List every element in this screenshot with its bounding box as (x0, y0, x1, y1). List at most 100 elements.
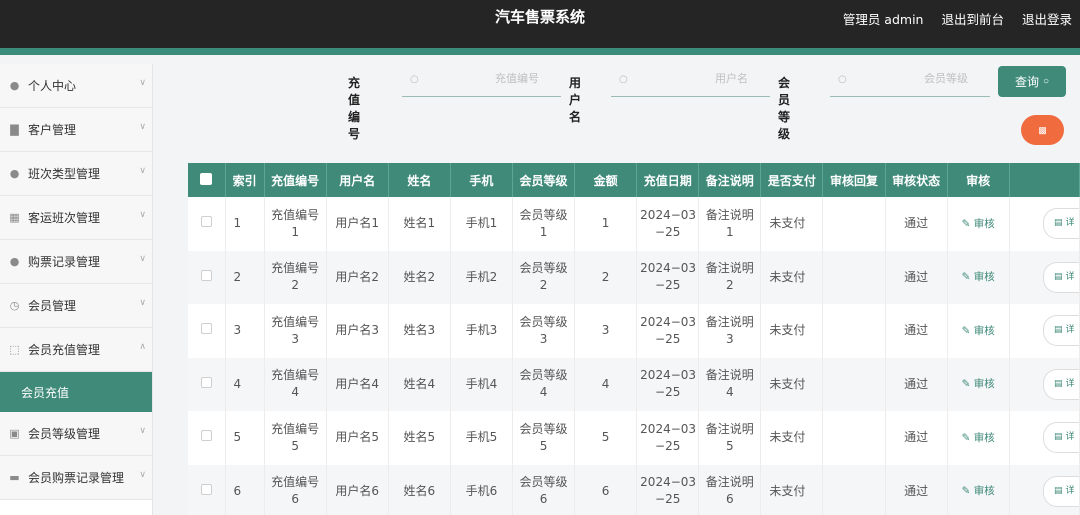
column-header: 会员等级 (512, 163, 576, 197)
sidebar-item[interactable]: ▦ 客运班次管理 ∨ (0, 196, 152, 240)
detail-button[interactable]: ▤ 详 (1043, 368, 1079, 400)
username-input[interactable] (658, 72, 748, 85)
detail-button[interactable]: ▤ 详 (1043, 422, 1079, 454)
cell-member-level-line2: 1 (539, 224, 548, 239)
cell-amount: 5 (574, 411, 638, 465)
cell-remark-line2: 4 (725, 385, 734, 400)
audit-link[interactable]: ✎ 审核 (962, 325, 995, 337)
cell-recharge-date-line2: −25 (655, 492, 681, 507)
cell-remark-line1: 备注说明 (705, 475, 754, 490)
row-checkbox[interactable] (200, 269, 212, 281)
sidebar-item[interactable]: ● 班次类型管理 ∨ (0, 152, 152, 196)
audit-link-label: 审核 (973, 431, 995, 444)
sidebar-item[interactable]: ▬ 会员购票记录管理 ∨ (0, 456, 152, 500)
cell-audit-status: 通过 (885, 250, 948, 304)
cell-index: 2 (225, 250, 265, 304)
audit-link[interactable]: ✎ 审核 (962, 485, 995, 497)
sidebar-item[interactable]: ▇ 客户管理 ∨ (0, 108, 152, 152)
cell-username: 用户名6 (326, 464, 389, 515)
search-field-recharge-no[interactable]: ○ (402, 66, 561, 97)
row-select-cell (188, 197, 226, 251)
column-header: 金额 (574, 163, 638, 197)
search-field-member-level[interactable]: ○ (830, 66, 990, 97)
row-checkbox[interactable] (200, 323, 212, 335)
logout-link[interactable]: 退出登录 (1022, 9, 1072, 28)
search-label-username: 用户名 (569, 76, 582, 124)
cell-paid: 未支付 (760, 304, 824, 358)
cell-remark: 备注说明 4 (698, 357, 762, 411)
document-icon: ▤ (1054, 432, 1063, 443)
cell-recharge-no-line1: 充值编号 (271, 368, 320, 383)
sidebar-item[interactable]: ● 个人中心 ∨ (0, 64, 152, 108)
detail-button-label: 详 (1065, 218, 1075, 229)
search-icon: ○ (410, 74, 419, 85)
back-to-front-link[interactable]: 退出到前台 (941, 9, 1004, 28)
row-checkbox[interactable] (200, 430, 212, 442)
cell-member-level: 会员等级 5 (512, 411, 576, 465)
cell-remark-line2: 5 (725, 438, 734, 453)
cell-remark-line1: 备注说明 (705, 314, 754, 329)
sidebar: ● 个人中心 ∨ ▇ 客户管理 ∨ ● 班次类型管理 ∨ ▦ 客运班次管理 ∨ ● 购票记录管理 ∨ ◷ 会员管… (0, 64, 153, 515)
select-all-checkbox[interactable] (200, 172, 213, 185)
recharge-no-input[interactable] (449, 72, 539, 85)
admin-label: 管理员 admin (842, 12, 924, 27)
sidebar-item[interactable]: ◷ 会员管理 ∨ (0, 284, 152, 328)
sidebar-item-label: 班次类型管理 (28, 167, 101, 181)
table-row: 3 充值编号 3 用户名3 姓名3 手机3 会员等级 3 3 2024−03 −25 备注说明 3 未支付… (188, 304, 1080, 358)
cell-member-level-line1: 会员等级 (519, 368, 568, 383)
chevron-down-icon: ∨ (139, 298, 146, 308)
cell-audit-status: 通过 (885, 197, 948, 251)
table-row: 4 充值编号 4 用户名4 姓名4 手机4 会员等级 4 4 2024−03 −25 备注说明 4 未支付… (188, 357, 1080, 411)
edit-icon: ✎ (961, 324, 974, 337)
cell-paid: 未支付 (760, 411, 824, 465)
sidebar-item[interactable]: ● 购票记录管理 ∨ (0, 240, 152, 284)
cell-username: 用户名1 (326, 197, 389, 251)
chevron-down-icon: ∨ (139, 78, 146, 88)
header-links: 管理员 admin 退出到前台 退出登录 (843, 9, 1072, 28)
audit-link[interactable]: ✎ 审核 (962, 378, 995, 390)
audit-link[interactable]: ✎ 审核 (962, 218, 995, 230)
cell-username: 用户名3 (326, 304, 389, 358)
edit-icon: ✎ (961, 431, 974, 444)
cell-amount: 1 (574, 197, 638, 251)
table-header-row: 索引 充值编号 用户名 姓名 手机 会员等级 金额 充值日期 备注说明 是否支付 审核回复 审核状态审… (188, 163, 1080, 197)
cell-index: 4 (225, 357, 265, 411)
detail-button[interactable]: ▤ 详 (1043, 208, 1079, 240)
edit-icon: ✎ (961, 378, 974, 391)
cell-member-level-line1: 会员等级 (519, 475, 568, 490)
trash-icon: ▩ (1038, 124, 1047, 135)
member-level-input[interactable] (878, 72, 968, 85)
chevron-down-icon: ∨ (139, 210, 146, 220)
cell-phone: 手机6 (450, 464, 513, 515)
row-checkbox[interactable] (200, 483, 212, 495)
cell-phone: 手机1 (450, 197, 513, 251)
search-label-recharge-no: 充值编号 (348, 76, 361, 141)
cell-remark: 备注说明 6 (698, 464, 762, 515)
sidebar-item[interactable]: ⬚ 会员充值管理 ∧ (0, 328, 152, 372)
cell-username: 用户名2 (326, 250, 389, 304)
search-field-username[interactable]: ○ (611, 66, 770, 97)
cell-recharge-no: 充值编号 5 (264, 411, 327, 465)
cell-recharge-date-line1: 2024−03 (640, 421, 697, 436)
cell-actions: ▤ 详 (1009, 304, 1080, 358)
cell-recharge-no: 充值编号 6 (264, 464, 327, 515)
column-header: 用户名 (326, 163, 389, 197)
audit-link-label: 审核 (973, 324, 995, 337)
audit-link[interactable]: ✎ 审核 (962, 271, 995, 283)
row-checkbox[interactable] (200, 376, 212, 388)
cell-username: 用户名5 (326, 411, 389, 465)
sidebar-item[interactable]: ▣ 会员等级管理 ∨ (0, 412, 152, 456)
sidebar-subitem-member-recharge[interactable]: 会员充值 (0, 372, 152, 412)
cell-audit-status: 通过 (885, 411, 948, 465)
delete-button[interactable]: ▩ (1021, 115, 1064, 145)
detail-button-label: 详 (1065, 325, 1075, 336)
detail-button[interactable]: ▤ 详 (1043, 315, 1079, 347)
cell-name: 姓名2 (388, 250, 451, 304)
query-button[interactable]: 查询 ○ (998, 66, 1066, 97)
column-header: 是否支付 (760, 163, 824, 197)
detail-button[interactable]: ▤ 详 (1043, 475, 1079, 507)
audit-link[interactable]: ✎ 审核 (962, 432, 995, 444)
detail-button[interactable]: ▤ 详 (1043, 261, 1079, 293)
column-header: 姓名 (388, 163, 451, 197)
row-checkbox[interactable] (200, 216, 212, 228)
